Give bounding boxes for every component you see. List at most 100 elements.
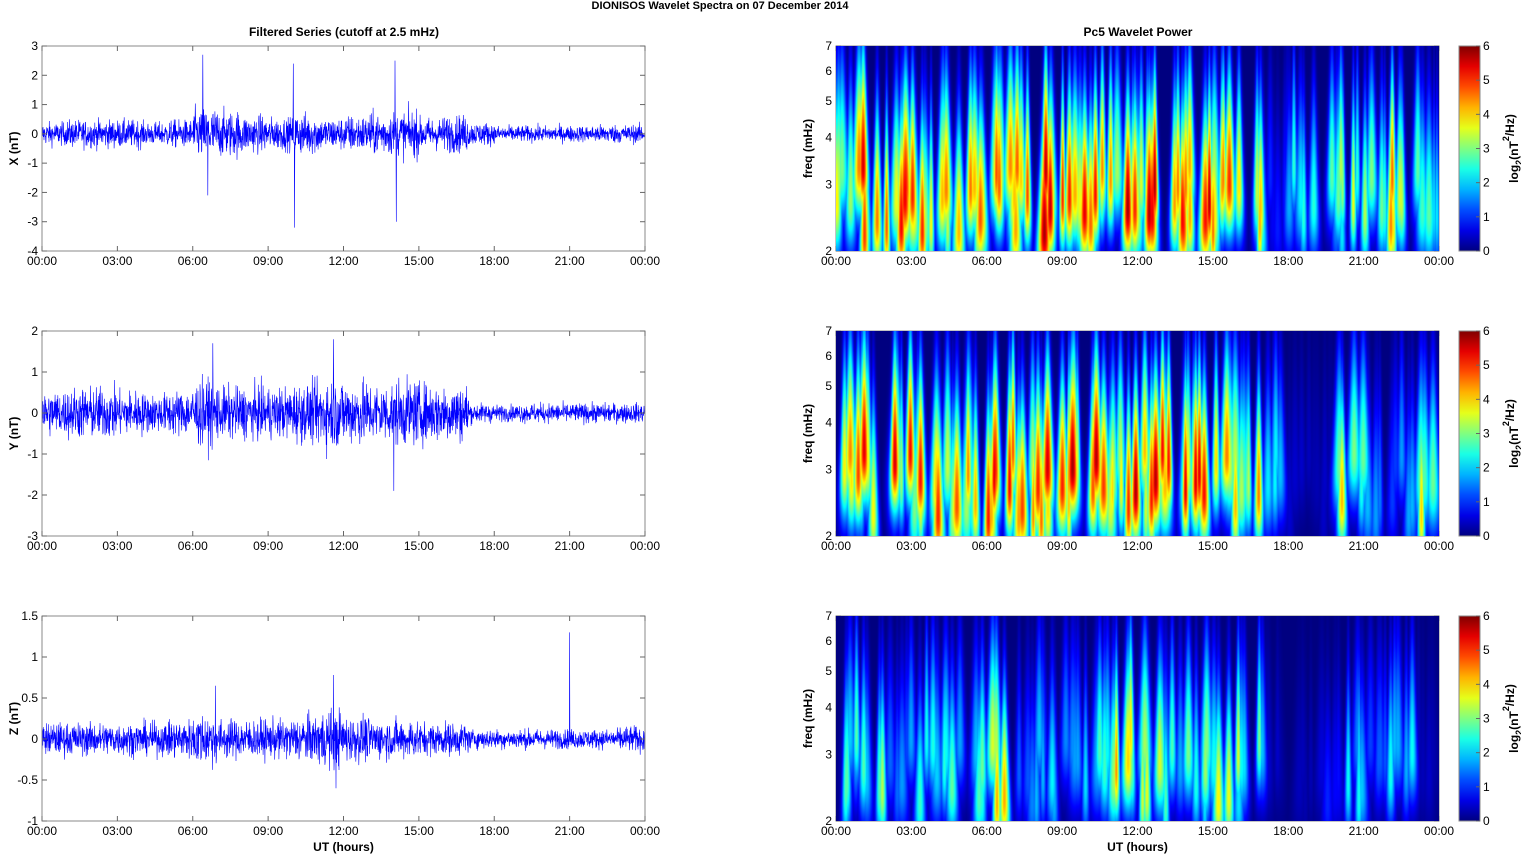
y-tick-label: 5 [825,94,832,108]
y-tick-label: 4 [825,701,832,715]
colorbar-tick-label: 4 [1483,392,1490,406]
x-tick-label: 21:00 [555,539,585,553]
y-tick-label: -0.5 [17,773,38,787]
x-tick-label: 00:00 [630,254,660,268]
y-tick-label: 2 [825,814,832,828]
x-tick-label: 18:00 [1273,824,1303,838]
x-tick-label: 03:00 [102,254,132,268]
x-axis-label: UT (hours) [1107,840,1168,854]
x-tick-label: 21:00 [1349,539,1379,553]
x-tick-label: 00:00 [1424,539,1454,553]
right-column-title: Pc5 Wavelet Power [1084,25,1193,39]
y-tick-label: 2 [31,324,38,338]
x-tick-label: 00:00 [1424,254,1454,268]
colorbar-tick-label: 6 [1483,39,1490,53]
x-tick-label: 09:00 [253,254,283,268]
y-tick-label: -2 [27,488,38,502]
y-tick-label: 4 [825,131,832,145]
colorbar-tick-label: 5 [1483,73,1490,87]
y-tick-label: 1 [31,365,38,379]
figure-title: DIONISOS Wavelet Spectra on 07 December … [592,0,850,12]
y-tick-label: 1 [31,98,38,112]
x-tick-label: 09:00 [253,824,283,838]
x-tick-label: 09:00 [1047,824,1077,838]
x-tick-label: 15:00 [404,539,434,553]
y-axis-label: Z (nT) [7,702,21,735]
y-tick-label: 0 [31,732,38,746]
y-tick-label: 5 [825,664,832,678]
time-series-line [41,54,646,228]
wavelet-power-heatmap [836,616,1439,821]
colorbar-tick-label: 0 [1483,814,1490,828]
y-tick-label: 3 [825,463,832,477]
wavelet-power-heatmap [836,331,1439,536]
x-tick-label: 15:00 [1198,254,1228,268]
y-tick-label: 2 [31,68,38,82]
y-axis-label: X (nT) [7,132,21,166]
colorbar-tick-label: 5 [1483,643,1490,657]
x-tick-label: 21:00 [1349,824,1379,838]
colorbar-tick-label: 2 [1483,746,1490,760]
x-tick-label: 21:00 [555,824,585,838]
left-column-title: Filtered Series (cutoff at 2.5 mHz) [249,25,439,39]
colorbar-tick-label: 6 [1483,609,1490,623]
x-tick-label: 15:00 [1198,539,1228,553]
y-tick-label: 0 [31,406,38,420]
colorbar-tick-label: 3 [1483,712,1490,726]
colorbar-label-part: log [1507,450,1521,468]
x-tick-label: 03:00 [896,824,926,838]
x-tick-label: 21:00 [1349,254,1379,268]
y-tick-label: 5 [825,379,832,393]
colorbar-label-part: /Hz) [1503,684,1517,706]
x-tick-label: 06:00 [972,824,1002,838]
x-tick-label: 12:00 [328,254,358,268]
y-axis-label: freq (mHz) [801,689,815,748]
time-series-line [41,632,646,789]
x-axis-label: UT (hours) [313,840,374,854]
y-tick-label: -3 [27,215,38,229]
x-tick-label: 03:00 [896,539,926,553]
x-tick-label: 18:00 [479,254,509,268]
y-tick-label: -1 [27,156,38,170]
colorbar-tick-label: 4 [1483,107,1490,121]
y-tick-label: 0 [31,127,38,141]
y-tick-label: -1 [27,814,38,828]
colorbar-label: log2(nT2/Hz) [1501,399,1521,468]
x-tick-label: 12:00 [328,539,358,553]
x-tick-label: 06:00 [972,539,1002,553]
y-tick-label: 1.5 [21,609,38,623]
time-series-line [41,339,646,491]
colorbar-label: log2(nT2/Hz) [1501,684,1521,753]
y-tick-label: 0.5 [21,691,38,705]
y-tick-label: -2 [27,185,38,199]
x-tick-label: 18:00 [479,539,509,553]
colorbar-tick-label: 1 [1483,495,1490,509]
x-tick-label: 18:00 [1273,539,1303,553]
x-tick-label: 21:00 [555,254,585,268]
colorbar-tick-label: 1 [1483,210,1490,224]
wavelet-power-heatmap [836,46,1439,251]
y-tick-label: 6 [825,349,832,363]
x-tick-label: 12:00 [1122,824,1152,838]
colorbar-tick-label: 5 [1483,358,1490,372]
y-tick-label: 7 [825,324,832,338]
y-tick-label: 3 [31,39,38,53]
y-tick-label: 2 [825,244,832,258]
y-tick-label: -3 [27,529,38,543]
x-tick-label: 06:00 [972,254,1002,268]
x-tick-label: 09:00 [1047,539,1077,553]
colorbar-tick-label: 6 [1483,324,1490,338]
x-tick-label: 12:00 [328,824,358,838]
x-tick-label: 03:00 [896,254,926,268]
x-tick-label: 03:00 [102,824,132,838]
colorbar-label-part: (nT [1507,426,1521,445]
y-tick-label: 2 [825,529,832,543]
colorbar-tick-label: 1 [1483,780,1490,794]
y-tick-label: 6 [825,634,832,648]
y-tick-label: 1 [31,650,38,664]
y-tick-label: 7 [825,39,832,53]
colorbar-label-part: log [1507,735,1521,753]
colorbar-label-part: (nT [1507,141,1521,160]
x-tick-label: 06:00 [178,539,208,553]
y-tick-label: 7 [825,609,832,623]
